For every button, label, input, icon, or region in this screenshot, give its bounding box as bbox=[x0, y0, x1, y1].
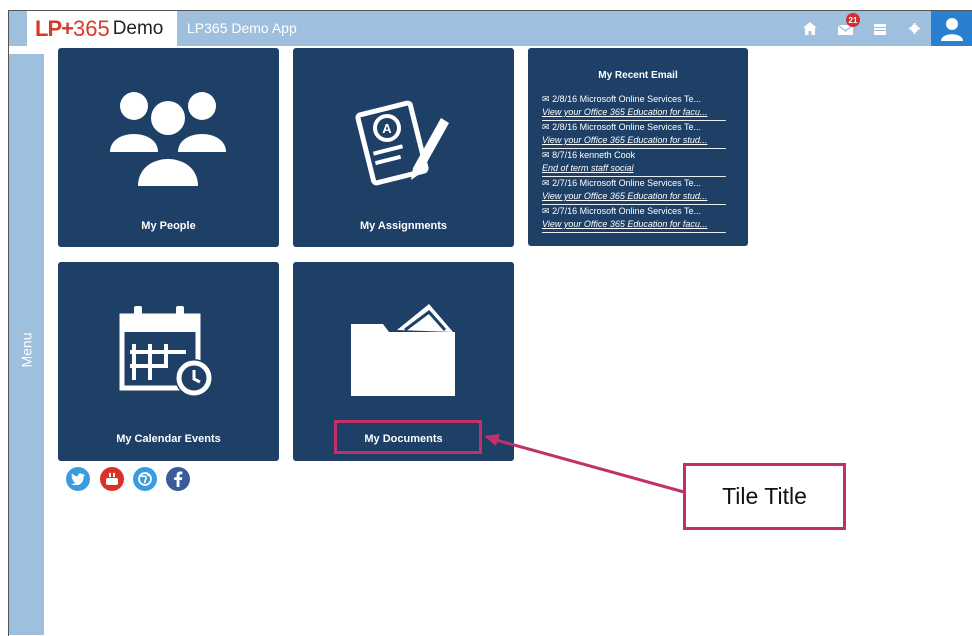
callout-label: Tile Title bbox=[683, 463, 846, 530]
callout-arrow bbox=[484, 434, 685, 494]
